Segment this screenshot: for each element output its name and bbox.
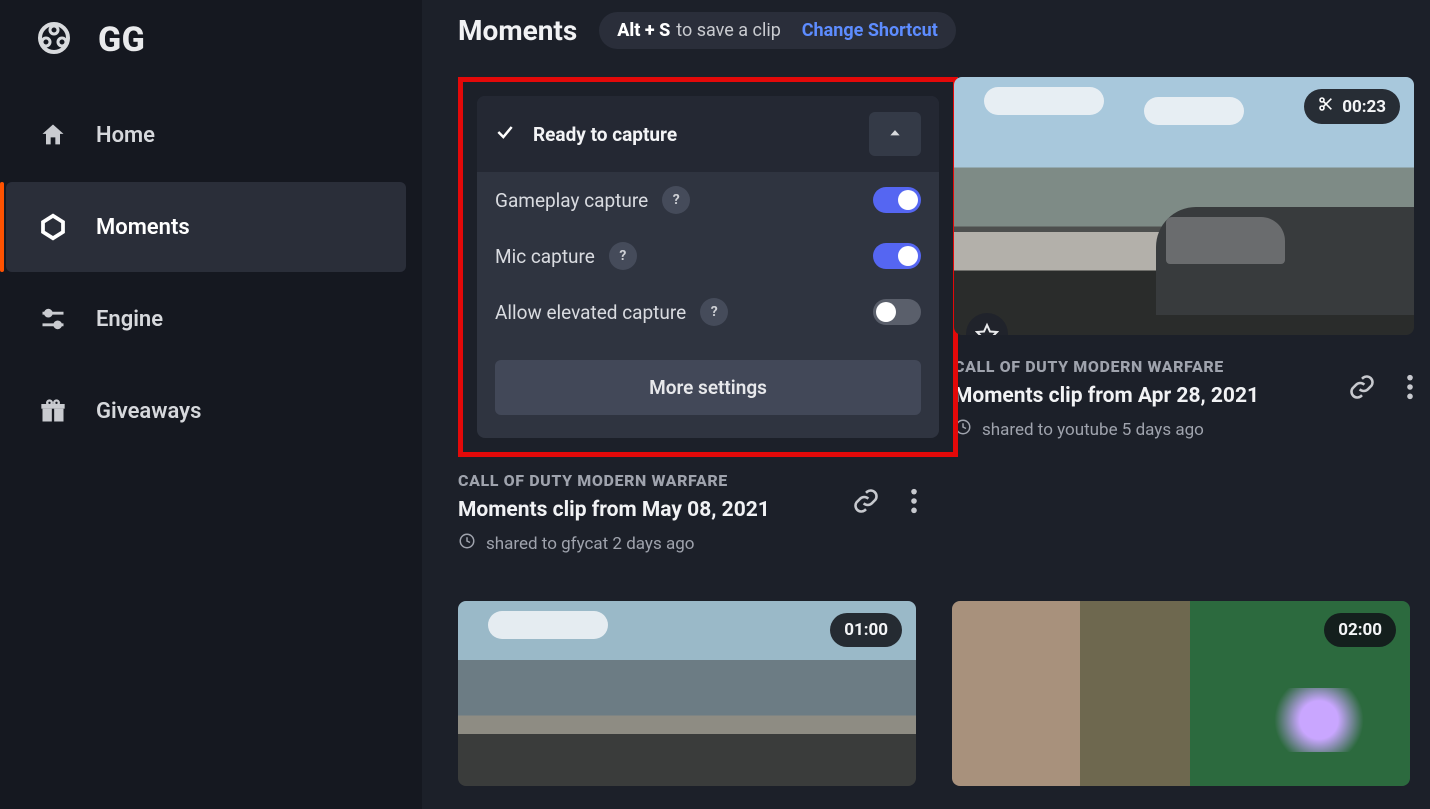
shortcut-rest: to save a clip [676,20,781,41]
capture-panel: Ready to capture Gameplay capture ? [477,96,939,438]
content-row-1: Ready to capture Gameplay capture ? [458,77,1410,555]
header: Moments Alt + S to save a clip Change Sh… [458,12,1410,49]
clip-game-label: CALL OF DUTY MODERN WARFARE [458,471,842,490]
clip-share-text: shared to gfycat 2 days ago [486,534,694,554]
clip-title: Moments clip from May 08, 2021 [458,498,842,522]
more-settings-button[interactable]: More settings [495,360,921,415]
sidebar-item-home[interactable]: Home [6,90,406,180]
setting-mic-capture: Mic capture ? [495,242,921,270]
clip-share-text: shared to youtube 5 days ago [982,420,1204,440]
toggle-elevated-capture[interactable] [873,299,921,325]
collapse-button[interactable] [869,112,921,156]
sidebar-item-label: Home [96,123,155,148]
clip-actions [1348,373,1414,401]
sliders-icon [38,304,68,334]
clip-card[interactable]: 02:00 [952,601,1410,786]
clip-thumbnail[interactable]: 00:23 [954,77,1414,335]
clip-thumbnail[interactable]: 02:00 [952,601,1410,786]
link-icon[interactable] [1348,373,1376,401]
duration-text: 00:23 [1342,97,1386,117]
capture-panel-title: Ready to capture [533,123,677,146]
home-icon [38,120,68,150]
help-icon[interactable]: ? [700,298,728,326]
setting-label: Mic capture [495,245,595,268]
main: Moments Alt + S to save a clip Change Sh… [422,0,1430,809]
setting-gameplay-capture: Gameplay capture ? [495,186,921,214]
page-title: Moments [458,14,577,47]
content-row-2: 01:00 02:00 [458,601,1410,786]
nav: Home Moments Engine Giveaways [0,90,422,456]
capture-panel-body: Gameplay capture ? Mic capture ? Allow e… [477,172,939,435]
shortcut-key: Alt + S [617,20,670,41]
duration-text: 01:00 [844,620,888,640]
change-shortcut-link[interactable]: Change Shortcut [802,20,938,41]
duration-text: 02:00 [1338,620,1382,640]
hexagon-icon [38,212,68,242]
duration-badge: 02:00 [1324,613,1396,647]
help-icon[interactable]: ? [609,242,637,270]
setting-label: Allow elevated capture [495,301,686,324]
sidebar-item-giveaways[interactable]: Giveaways [6,366,406,456]
clip-meta: CALL OF DUTY MODERN WARFARE Moments clip… [954,357,1414,441]
clock-icon [458,532,476,555]
sidebar-item-engine[interactable]: Engine [6,274,406,364]
sidebar-item-label: Engine [96,307,163,332]
check-icon [495,122,515,146]
clip-share-row: shared to gfycat 2 days ago [458,532,842,555]
setting-elevated-capture: Allow elevated capture ? [495,298,921,326]
clip-card[interactable]: 01:00 [458,601,916,786]
more-icon[interactable] [1406,373,1414,401]
clip-thumbnail[interactable]: 01:00 [458,601,916,786]
clip-text: CALL OF DUTY MODERN WARFARE Moments clip… [458,471,842,555]
right-column: 00:23 CALL OF DUTY MODERN WARFARE Moment… [954,77,1414,555]
setting-label: Gameplay capture [495,189,648,212]
clip-card[interactable]: 00:23 CALL OF DUTY MODERN WARFARE Moment… [954,77,1414,441]
duration-badge: 00:23 [1304,89,1400,124]
clip-share-row: shared to youtube 5 days ago [954,418,1338,441]
duration-badge: 01:00 [830,613,902,647]
brand-text: GG [98,20,145,60]
capture-panel-header: Ready to capture [477,96,939,172]
link-icon[interactable] [852,487,880,515]
sidebar-item-label: Moments [96,215,190,240]
clip-text: CALL OF DUTY MODERN WARFARE Moments clip… [954,357,1338,441]
left-column: Ready to capture Gameplay capture ? [458,77,918,555]
clip-actions [852,487,918,515]
more-icon[interactable] [910,487,918,515]
clip-title: Moments clip from Apr 28, 2021 [954,384,1338,408]
favorite-button[interactable] [966,313,1008,335]
sidebar: GG Home Moments Engine Giveaways [0,0,422,809]
caret-up-icon [888,125,902,144]
capture-panel-highlight: Ready to capture Gameplay capture ? [458,77,958,457]
sidebar-item-label: Giveaways [96,399,201,424]
steelseries-logo-icon [34,18,74,62]
sidebar-item-moments[interactable]: Moments [6,182,406,272]
toggle-mic-capture[interactable] [873,243,921,269]
toggle-gameplay-capture[interactable] [873,187,921,213]
scissors-icon [1318,96,1334,117]
brand-row: GG [0,8,422,90]
clip-meta: CALL OF DUTY MODERN WARFARE Moments clip… [458,471,918,555]
help-icon[interactable]: ? [662,186,690,214]
gift-icon [38,396,68,426]
clip-game-label: CALL OF DUTY MODERN WARFARE [954,357,1338,376]
shortcut-pill: Alt + S to save a clip Change Shortcut [599,12,956,49]
